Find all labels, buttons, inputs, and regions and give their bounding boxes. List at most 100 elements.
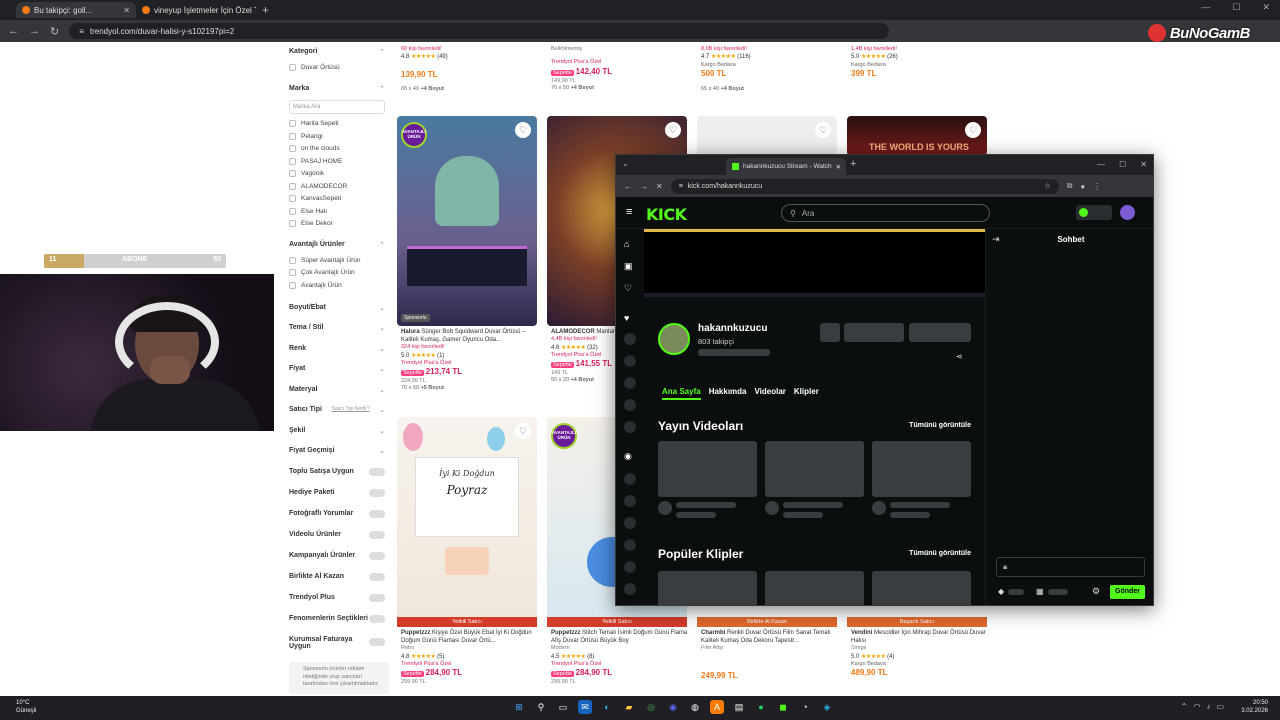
filter-section-fiyat-gecmisi[interactable]: Fiyat Geçmişi ⌄: [289, 447, 385, 455]
followed-channel-avatar[interactable]: [624, 355, 636, 367]
product-card-text[interactable]: 8,6B kişi favoriledi! 4.7 ★★★★★ (116) Ka…: [701, 46, 841, 93]
task-view-icon[interactable]: ▭: [556, 700, 570, 714]
product-card[interactable]: ♡: [697, 116, 837, 156]
followed-channel-avatar[interactable]: [624, 333, 636, 345]
volume-icon[interactable]: ♪: [1206, 702, 1210, 711]
kick-search-input[interactable]: ⚲ Ara: [781, 204, 990, 222]
video-thumbnail-placeholder[interactable]: [765, 441, 864, 497]
product-card-text[interactable]: Belirtilmemiş Trendyol Plus'a Özel Sepet…: [551, 46, 691, 92]
minimize-icon[interactable]: —: [1097, 160, 1105, 169]
tab-videos[interactable]: Videolar: [754, 387, 785, 400]
extensions-icon[interactable]: ⧉: [1067, 181, 1073, 191]
close-window-icon[interactable]: ✕: [1262, 2, 1270, 13]
video-thumbnail-placeholder[interactable]: [872, 441, 971, 497]
checkbox[interactable]: [289, 145, 296, 152]
hamburger-menu-icon[interactable]: ≡: [626, 206, 632, 218]
recommended-channel-avatar[interactable]: [624, 539, 636, 551]
checkbox[interactable]: [289, 120, 296, 127]
following-icon[interactable]: ♡: [624, 283, 635, 294]
toggle-switch[interactable]: [369, 489, 385, 497]
clips-see-all-link[interactable]: Tümünü görüntüle: [909, 550, 971, 557]
checkbox[interactable]: [289, 220, 296, 227]
kick-logo[interactable]: KICK: [646, 205, 687, 224]
forward-icon[interactable]: →: [640, 182, 648, 191]
tab-home[interactable]: Ana Sayfa: [662, 387, 701, 400]
recommended-channel-avatar[interactable]: [624, 583, 636, 595]
followed-channel-avatar[interactable]: [624, 421, 636, 433]
network-icon[interactable]: ◠: [1193, 702, 1200, 711]
product-card-text[interactable]: 60 kişi favoriledi! 4.8 ★★★★★ (49) 139,9…: [401, 46, 541, 94]
clock[interactable]: 20:50 3.02.2026: [1241, 699, 1268, 716]
toggle-switch[interactable]: [369, 615, 385, 623]
media-icon[interactable]: ▤: [732, 700, 746, 714]
product-card[interactable]: İyi Ki Doğdun Poyraz ♡ Yetkili Satıcı Pu…: [397, 417, 537, 696]
minimize-icon[interactable]: —: [1201, 2, 1210, 13]
recommended-channel-avatar[interactable]: [624, 495, 636, 507]
video-thumbnail-placeholder[interactable]: [658, 441, 757, 497]
site-info-icon[interactable]: ≡: [679, 183, 683, 190]
checkbox[interactable]: [289, 170, 296, 177]
recommended-channel-avatar[interactable]: [624, 473, 636, 485]
close-window-icon[interactable]: ✕: [1140, 160, 1147, 169]
brand-search-input[interactable]: Marka Ara: [289, 100, 385, 114]
menu-icon[interactable]: ⋮: [1093, 182, 1101, 191]
filter-section-marka[interactable]: Marka ⌃: [289, 85, 385, 93]
new-tab-button[interactable]: +: [256, 3, 275, 17]
brand-item[interactable]: Harita Sepeti: [289, 120, 339, 127]
filter-section-sekil[interactable]: Şekil ⌄: [289, 427, 385, 435]
filter-item[interactable]: Duvar Örtüsü: [289, 64, 340, 71]
tab-clips[interactable]: Klipler: [794, 387, 819, 400]
checkbox[interactable]: [289, 133, 296, 140]
product-image[interactable]: İyi Ki Doğdun Poyraz: [397, 417, 537, 627]
address-bar[interactable]: ≡ trendyol.com/duvar-halisi-y-s102197pi=…: [69, 23, 890, 39]
avatar[interactable]: [1120, 205, 1135, 220]
recommended-icon[interactable]: ◉: [624, 451, 635, 462]
advantage-item[interactable]: Avantajlı Ürün: [289, 282, 342, 289]
clip-thumbnail-placeholder[interactable]: [658, 571, 757, 605]
checkbox[interactable]: [289, 158, 296, 165]
filter-section-fiyat[interactable]: Fiyat ⌄: [289, 365, 385, 373]
steam-icon[interactable]: ◍: [688, 700, 702, 714]
brand-item[interactable]: Vagonik: [289, 170, 324, 177]
wallet-button[interactable]: [1076, 205, 1112, 220]
streamer-avatar[interactable]: [658, 323, 690, 355]
toggle-switch[interactable]: [369, 552, 385, 560]
favorite-heart-icon[interactable]: ♡: [965, 122, 981, 138]
toggle-switch[interactable]: [369, 594, 385, 602]
app-a-icon[interactable]: A: [710, 700, 724, 714]
reload-icon[interactable]: ↻: [50, 25, 59, 38]
product-image[interactable]: [697, 116, 837, 156]
checkbox[interactable]: [289, 195, 296, 202]
address-bar[interactable]: ≡ kick.com/hakannkuzucu ☆: [670, 178, 1059, 194]
close-tab-icon[interactable]: ✕: [123, 6, 130, 15]
advantage-item[interactable]: Süper Avantajlı Ürün: [289, 257, 361, 264]
brand-item[interactable]: KanvasSepeti: [289, 195, 341, 202]
clip-thumbnail-placeholder[interactable]: [765, 571, 864, 605]
stop-loading-icon[interactable]: ✕: [656, 182, 663, 191]
toggle-switch[interactable]: [369, 510, 385, 518]
toggle-switch[interactable]: [369, 468, 385, 476]
checkbox[interactable]: [289, 257, 296, 264]
file-explorer-icon[interactable]: ▰: [622, 700, 636, 714]
browser-tab-2[interactable]: vineyup İşletmeler İçin Özel Ta... ✕: [136, 2, 256, 18]
product-image[interactable]: AVANTAJLI ÜRÜN Sponsorlu: [397, 116, 537, 326]
edge-icon[interactable]: ◐: [600, 700, 614, 714]
discord-icon[interactable]: ◉: [666, 700, 680, 714]
filter-section-kategori[interactable]: Kategori ⌃: [289, 48, 385, 56]
filter-section-satici[interactable]: Satıcı Tipi Satıcı Tipi Nedir? ⌄: [289, 406, 385, 414]
profile-icon[interactable]: ●: [1080, 182, 1085, 191]
filter-section-boyut[interactable]: Boyut/Ebat ⌄: [289, 304, 385, 312]
chat-message-input[interactable]: 🔒︎: [996, 557, 1145, 577]
seller-type-hint-link[interactable]: Satıcı Tipi Nedir?: [331, 406, 369, 414]
back-icon[interactable]: ←: [8, 25, 19, 37]
spotify-icon[interactable]: ●: [754, 700, 768, 714]
filter-section-avantajli[interactable]: Avantajlı Ürünler ⌃: [289, 241, 385, 249]
toggle-filter[interactable]: Kurumsal Faturaya Uygun: [289, 636, 359, 650]
maximize-icon[interactable]: ☐: [1232, 2, 1240, 13]
checkbox[interactable]: [289, 282, 296, 289]
home-icon[interactable]: ⌂: [624, 239, 635, 250]
filter-section-materyal[interactable]: Materyal ⌄: [289, 386, 385, 394]
tab-search-icon[interactable]: ⌄: [622, 159, 629, 168]
product-card-text[interactable]: 1,4B kişi favoriledi! 5.0 ★★★★★ (26) Kar…: [851, 46, 991, 80]
product-image[interactable]: THE WORLD IS YOURS: [847, 116, 987, 156]
